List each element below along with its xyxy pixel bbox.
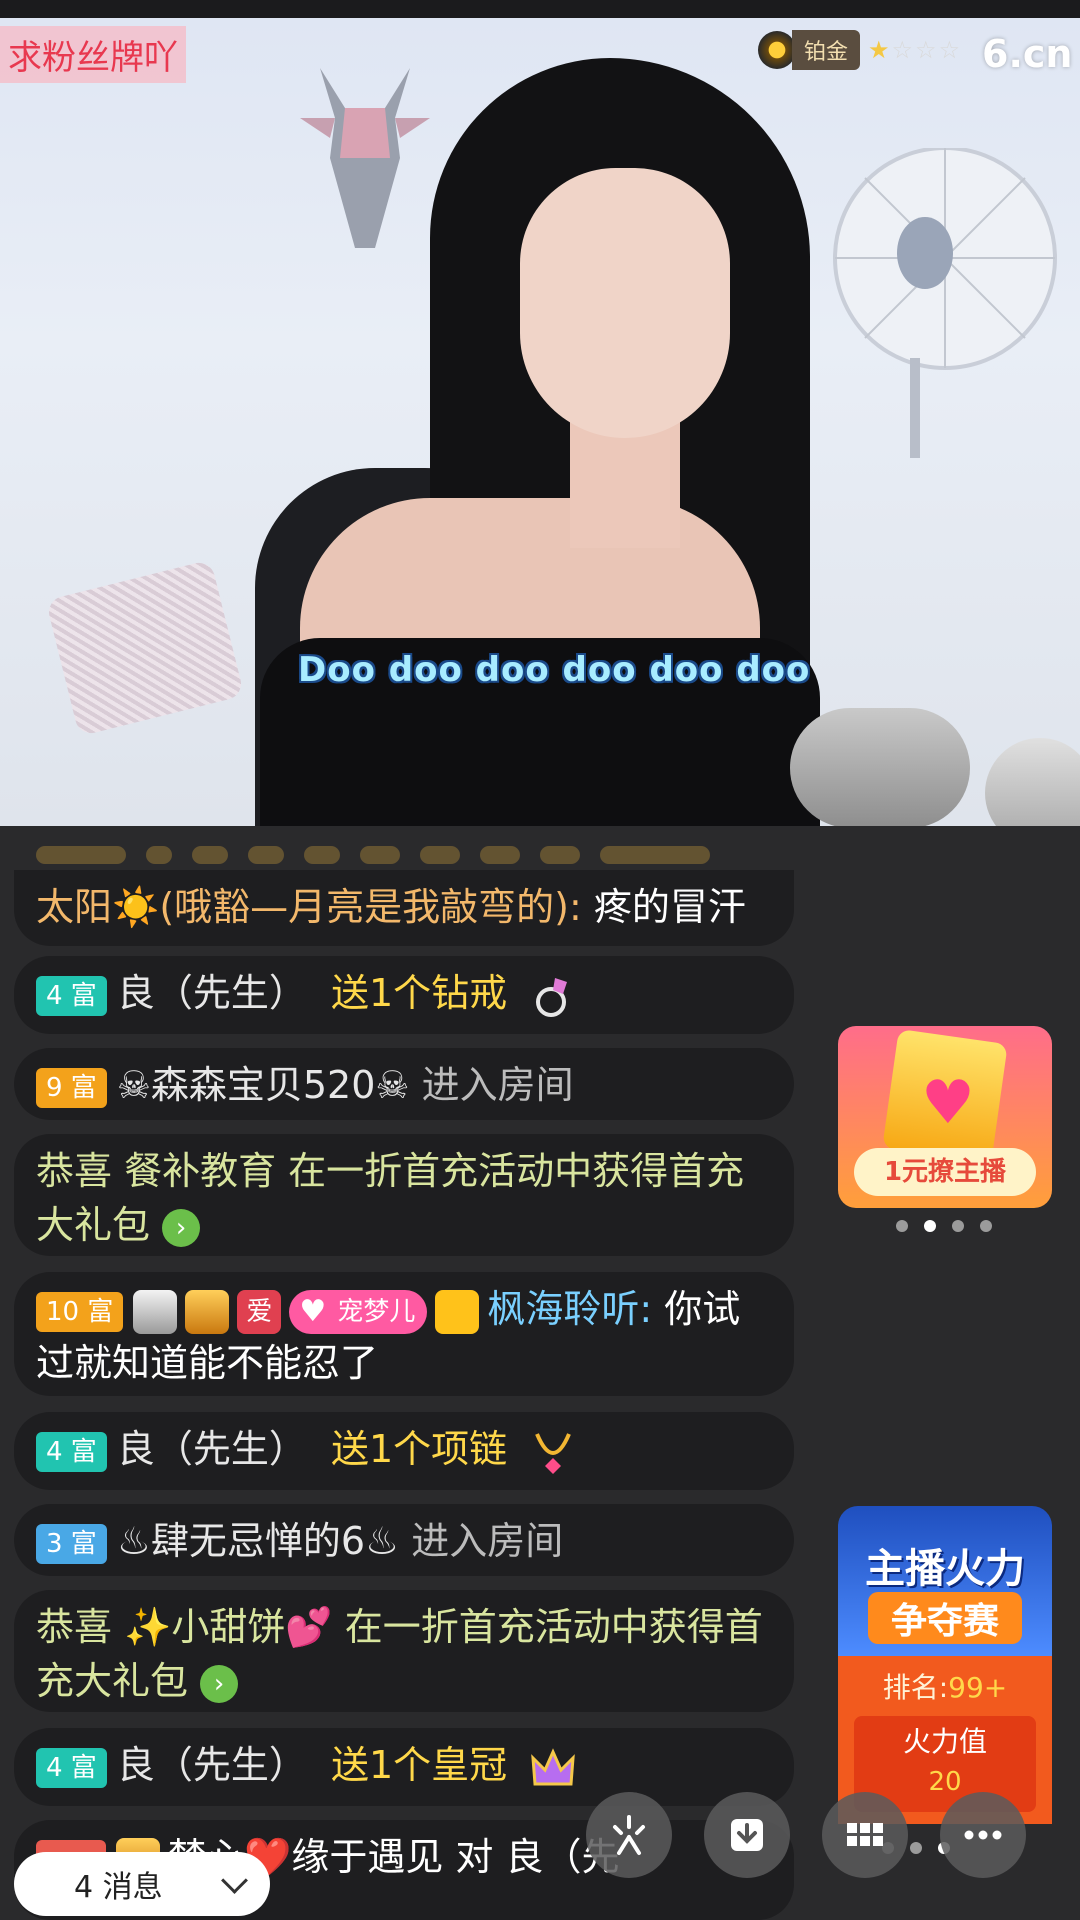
rank-value: 99+	[948, 1671, 1008, 1704]
gift-text: 送1个皇冠	[331, 1743, 508, 1787]
chat-system-message[interactable]: 恭喜 ✨小甜饼💕 在一折首充活动中获得首充大礼包 ›	[14, 1590, 794, 1712]
wealth-level-badge: 4 富	[36, 1431, 107, 1472]
apps-grid-button[interactable]	[822, 1792, 908, 1878]
deer-head-decoration	[300, 68, 430, 248]
gold-bar-icon	[185, 1289, 230, 1334]
user-card-icon	[435, 1289, 480, 1334]
congrats-text: 恭喜 ✨小甜饼💕 在一折首充活动中获得首充大礼包	[36, 1605, 763, 1703]
chat-user[interactable]: 枫海聆听	[487, 1287, 639, 1331]
star-filled-icon: ★	[868, 36, 892, 64]
carousel-dot[interactable]	[910, 1842, 922, 1854]
heart-icon: ♥	[921, 1068, 975, 1138]
crown-gift-icon	[531, 1747, 576, 1785]
wealth-level-badge: 4 富	[36, 975, 107, 1016]
streamer-face	[520, 168, 730, 438]
chevron-down-icon	[221, 1866, 248, 1894]
chat-user[interactable]: 良（先生）	[117, 1427, 307, 1471]
chat-system-message[interactable]: 恭喜 餐补教育 在一折首充活动中获得首充大礼包 ›	[14, 1134, 794, 1256]
enter-room-text: 进入房间	[421, 1063, 574, 1107]
microphone	[790, 708, 970, 826]
carousel-dot[interactable]	[980, 1220, 992, 1232]
microphone-2	[985, 738, 1080, 826]
sparkle-icon	[613, 1815, 645, 1855]
rank-stars: ★☆☆☆	[868, 36, 962, 64]
guard-shield-icon	[133, 1289, 178, 1334]
chat-list[interactable]: 太阳☀️(哦豁—月亮是我敲弯的): 疼的冒汗 4 富良（先生） 送1个钻戒 9 …	[0, 826, 800, 1920]
carousel-dot-active[interactable]	[924, 1220, 936, 1232]
chat-enter-message[interactable]: 9 富 ☠森森宝贝520☠ 进入房间	[14, 1048, 794, 1120]
fan-badge-banner: 求粉丝牌吖	[0, 26, 186, 83]
ring-lamp	[833, 148, 1057, 458]
promo-label: 1元撩主播	[854, 1148, 1036, 1196]
download-button[interactable]	[704, 1792, 790, 1878]
more-button[interactable]	[940, 1792, 1026, 1878]
gift-text: 送1个项链	[331, 1427, 508, 1471]
anchor-fire-contest[interactable]: 主播火力 争夺赛 排名:99+ 火力值 20	[838, 1506, 1052, 1824]
anchor-rank-badge[interactable]: 铂金 ★☆☆☆	[758, 30, 962, 70]
live-video[interactable]: 求粉丝牌吖 铂金 ★☆☆☆ 6.cn Doo doo doo doo doo d…	[0, 18, 1080, 826]
contest-subtitle: 争夺赛	[868, 1592, 1022, 1644]
wealth-level-badge: 4 富	[36, 1747, 107, 1788]
chat-gift-message[interactable]: 4 富良（先生） 送1个钻戒	[14, 956, 794, 1034]
more-dots-icon	[964, 1830, 1002, 1840]
chat-user[interactable]: 良（先生）	[117, 1743, 307, 1787]
star-empty-icon: ☆☆☆	[891, 36, 963, 64]
site-logo: 6.cn	[982, 32, 1073, 76]
arrow-right-icon[interactable]: ›	[200, 1664, 239, 1703]
fire-label: 火力值	[902, 1725, 987, 1758]
rank-medal-icon	[758, 31, 796, 69]
rank-prefix: 排名:	[882, 1671, 949, 1704]
chat-user[interactable]: 良（先生）	[117, 971, 307, 1015]
contest-rank: 排名:99+	[838, 1666, 1052, 1706]
chat-sender[interactable]: 太阳☀️(哦豁—月亮是我敲弯的)	[36, 885, 569, 929]
chat-gift-message[interactable]: 4 富良（先生） 送1个项链	[14, 1412, 794, 1490]
arrow-right-icon[interactable]: ›	[162, 1208, 201, 1247]
effects-button[interactable]	[586, 1792, 672, 1878]
rank-label: 铂金	[792, 30, 861, 70]
carousel-dot[interactable]	[952, 1220, 964, 1232]
chat-user[interactable]: ♨肆无忌惮的6♨	[117, 1519, 399, 1563]
pillow	[45, 559, 245, 737]
chat-message[interactable]: 太阳☀️(哦豁—月亮是我敲弯的): 疼的冒汗	[14, 870, 794, 946]
chat-gift-message[interactable]: 4 富良（先生） 送1个皇冠	[14, 1728, 794, 1806]
partial-badges-row	[36, 846, 710, 864]
new-messages-button[interactable]: 4 消息	[14, 1852, 270, 1916]
message-count: 4 消息	[74, 1870, 163, 1905]
carousel-dots[interactable]	[896, 1220, 992, 1232]
love-badge: 爱	[237, 1289, 282, 1334]
gift-text: 送1个钻戒	[331, 971, 508, 1015]
fan-club-badge: 宠梦儿	[289, 1289, 428, 1334]
chat-user[interactable]: ☠森森宝贝520☠	[117, 1063, 410, 1107]
enter-room-text: 进入房间	[411, 1519, 564, 1563]
necklace-gift-icon	[535, 1432, 572, 1474]
ring-gift-icon	[536, 977, 568, 1017]
grid-icon	[847, 1823, 883, 1846]
download-icon	[731, 1819, 763, 1851]
congrats-text: 恭喜 餐补教育 在一折首充活动中获得首充大礼包	[36, 1149, 745, 1247]
promo-card-first-charge[interactable]: ♥ 1元撩主播	[838, 1026, 1052, 1208]
wealth-level-badge: 9 富	[36, 1067, 107, 1108]
chat-message[interactable]: 10 富爱宠梦儿枫海聆听: 你试过就知道能不能忍了	[14, 1272, 794, 1396]
contest-title: 主播火力	[865, 1546, 1025, 1592]
chat-enter-message[interactable]: 3 富 ♨肆无忌惮的6♨ 进入房间	[14, 1504, 794, 1576]
lyric-subtitle: Doo doo doo doo doo doo	[298, 650, 811, 690]
chat-text: 疼的冒汗	[593, 885, 746, 929]
carousel-dot[interactable]	[896, 1220, 908, 1232]
wealth-level-badge: 10 富	[36, 1291, 124, 1332]
status-bar	[0, 0, 1080, 18]
wealth-level-badge: 3 富	[36, 1523, 107, 1564]
